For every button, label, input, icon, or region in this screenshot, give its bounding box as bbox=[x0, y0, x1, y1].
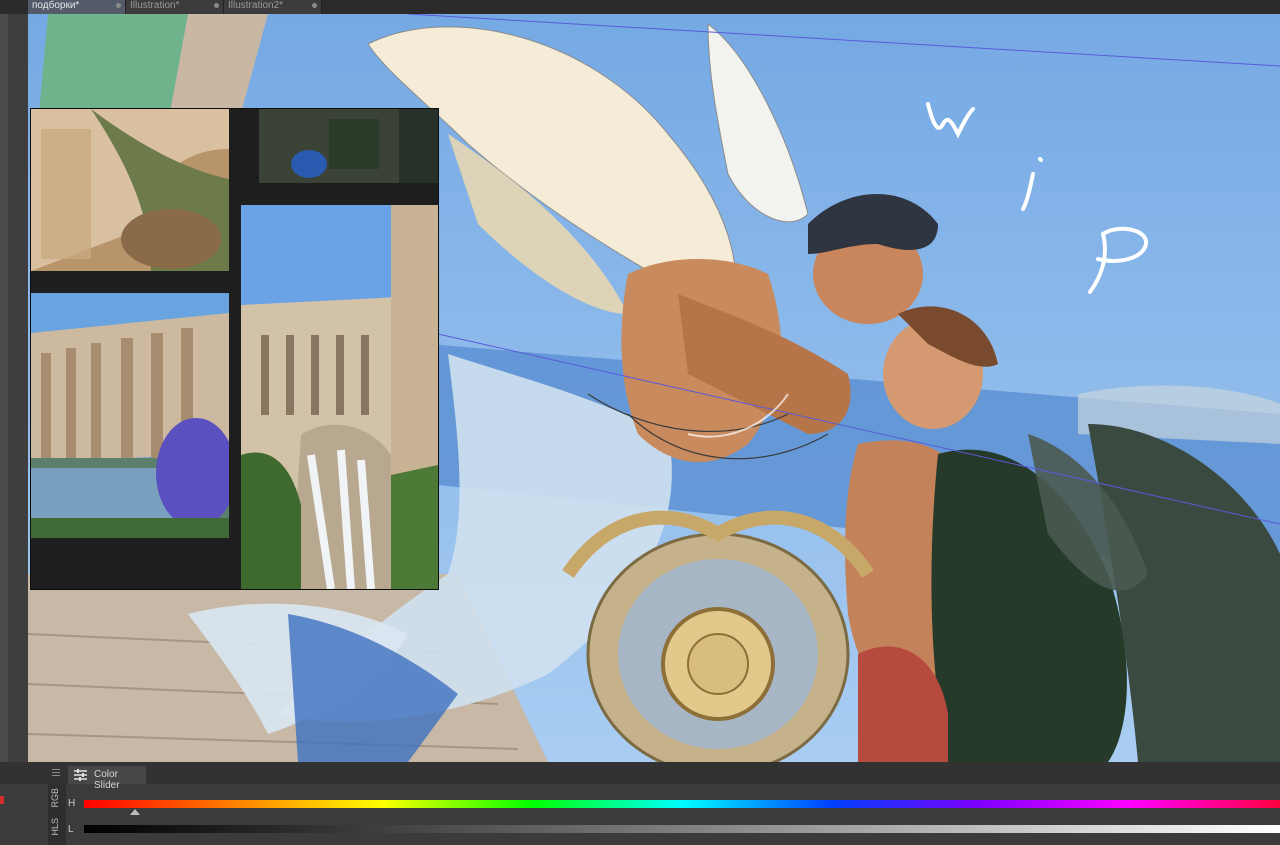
tab-podborki[interactable]: подборки* bbox=[28, 0, 126, 14]
panel-grip-icon[interactable] bbox=[52, 769, 60, 777]
tab-label: подборки* bbox=[32, 0, 80, 11]
panel-header bbox=[0, 762, 1280, 784]
color-mode-bar: RGB HLS bbox=[48, 784, 66, 845]
dock-edge bbox=[0, 14, 8, 762]
lightness-slider[interactable] bbox=[84, 825, 1280, 833]
tab-illustration[interactable]: Illustration* bbox=[126, 0, 224, 14]
left-dock-strip bbox=[0, 14, 28, 762]
reference-photo-arch bbox=[31, 109, 229, 271]
document-tab-bar: подборки* Illustration* Illustration2* bbox=[0, 0, 1280, 14]
color-slider-icon bbox=[74, 769, 87, 781]
mode-rgb-tab[interactable]: RGB bbox=[50, 788, 60, 808]
close-tab-icon[interactable] bbox=[312, 3, 317, 8]
lightness-label: L bbox=[68, 824, 74, 835]
reference-photo-plants bbox=[259, 109, 438, 183]
tab-illustration2[interactable]: Illustration2* bbox=[224, 0, 322, 14]
close-tab-icon[interactable] bbox=[116, 3, 121, 8]
reference-photo-colonnade bbox=[31, 293, 229, 538]
reference-collage[interactable] bbox=[30, 108, 439, 590]
color-slider-tab[interactable]: Color Slider bbox=[68, 766, 146, 791]
hue-label: H bbox=[68, 798, 76, 809]
current-color-indicator bbox=[0, 796, 4, 804]
color-slider-panel: Color Slider RGB HLS H L bbox=[0, 762, 1280, 845]
panel-title: Color Slider bbox=[94, 769, 120, 791]
reference-photo-fountain bbox=[241, 205, 438, 589]
mode-hls-tab[interactable]: HLS bbox=[50, 818, 60, 836]
hue-slider[interactable] bbox=[84, 800, 1280, 808]
hue-slider-handle[interactable] bbox=[130, 809, 140, 815]
tab-label: Illustration2* bbox=[228, 0, 284, 11]
tab-label: Illustration* bbox=[130, 0, 180, 11]
close-tab-icon[interactable] bbox=[214, 3, 219, 8]
